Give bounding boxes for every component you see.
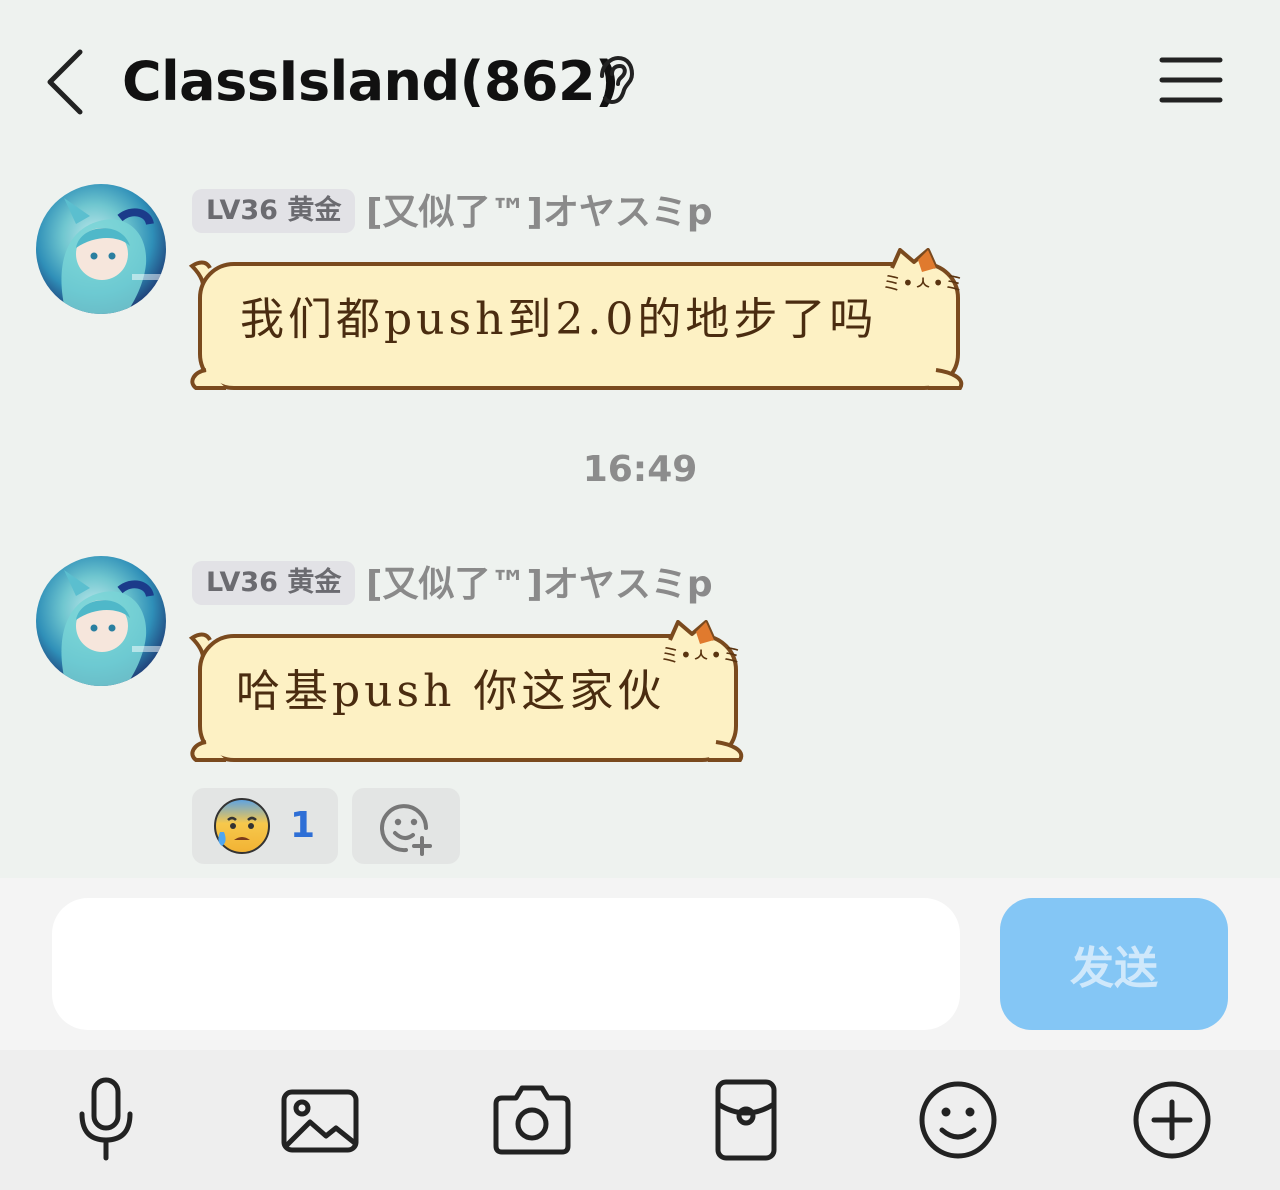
sender-name[interactable]: [又似了™]オヤスミp xyxy=(366,189,713,237)
chat-header: ClassIsland(862) xyxy=(0,0,1280,160)
message-bubble[interactable]: ミ•ㅅ•ミ 哈基push 你这家伙 xyxy=(176,620,750,768)
emoji-icon xyxy=(919,1081,997,1159)
sender-name[interactable]: [又似了™]オヤスミp xyxy=(366,561,713,609)
red-packet-icon xyxy=(715,1079,777,1161)
ear-icon[interactable] xyxy=(594,56,636,106)
svg-text:ミ•ㅅ•ミ: ミ•ㅅ•ミ xyxy=(660,643,742,667)
input-bar: 发送 xyxy=(0,878,1280,1050)
camera-icon xyxy=(493,1085,571,1155)
plus-icon xyxy=(1133,1081,1211,1159)
message-input[interactable] xyxy=(52,898,960,1030)
reaction-count: 1 xyxy=(290,805,316,846)
send-button[interactable]: 发送 xyxy=(1000,898,1228,1030)
camera-button[interactable] xyxy=(482,1070,582,1170)
message-text: 我们都push到2.0的地步了吗 xyxy=(240,294,878,345)
sender-avatar[interactable] xyxy=(36,184,166,314)
microphone-button[interactable] xyxy=(56,1070,156,1170)
chat-title: ClassIsland(862) xyxy=(122,50,620,113)
more-button[interactable] xyxy=(1122,1070,1222,1170)
emoji-button[interactable] xyxy=(908,1070,1008,1170)
sender-avatar[interactable] xyxy=(36,556,166,686)
bottom-toolbar xyxy=(0,1050,1280,1190)
add-emoji-icon xyxy=(380,804,432,856)
message-text: 哈基push 你这家伙 xyxy=(236,666,666,717)
anxious-sweat-emoji-icon xyxy=(214,798,270,854)
chevron-left-icon[interactable] xyxy=(40,44,100,120)
level-badge: LV36 黄金 xyxy=(192,189,356,233)
timestamp: 16:49 xyxy=(582,449,698,490)
svg-text:ミ•ㅅ•ミ: ミ•ㅅ•ミ xyxy=(882,271,964,295)
level-badge: LV36 黄金 xyxy=(192,561,356,605)
hamburger-menu-icon[interactable] xyxy=(1158,52,1224,108)
add-reaction-button[interactable] xyxy=(352,788,460,864)
image-button[interactable] xyxy=(270,1070,370,1170)
microphone-icon xyxy=(79,1077,133,1161)
red-packet-button[interactable] xyxy=(696,1070,796,1170)
reaction-chip[interactable]: 1 xyxy=(192,788,338,864)
message-bubble[interactable]: ミ•ㅅ•ミ 我们都push到2.0的地步了吗 xyxy=(176,248,972,396)
image-icon xyxy=(281,1089,359,1153)
